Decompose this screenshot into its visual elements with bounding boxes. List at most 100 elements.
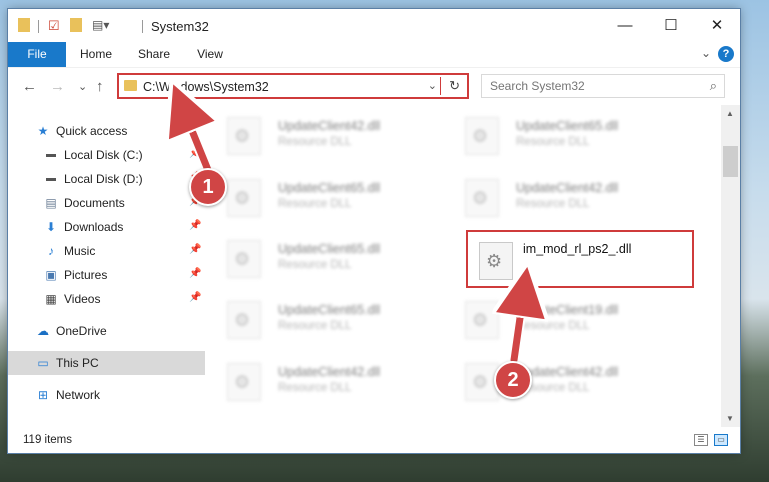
cloud-icon: ☁ bbox=[37, 324, 49, 338]
minimize-button[interactable]: — bbox=[602, 9, 648, 42]
videos-icon: ▦ bbox=[45, 292, 57, 306]
refresh-icon[interactable]: ↻ bbox=[449, 78, 460, 94]
file-type: Resource DLL bbox=[516, 136, 590, 148]
new-folder-icon[interactable] bbox=[70, 18, 82, 32]
nav-item-documents[interactable]: ▤ Documents 📌 bbox=[8, 191, 205, 215]
nav-item-local-disk-c[interactable]: ▬ Local Disk (C:) 📌 bbox=[8, 143, 205, 167]
file-item[interactable]: UpdateClient65.dll Resource DLL bbox=[453, 109, 683, 167]
dll-file-icon bbox=[465, 301, 499, 339]
target-file-highlight bbox=[466, 230, 694, 288]
nav-item-label: Pictures bbox=[64, 268, 108, 282]
dll-file-icon bbox=[227, 301, 261, 339]
tab-view[interactable]: View bbox=[190, 42, 230, 67]
drive-icon: ▬ bbox=[46, 173, 56, 184]
file-type: Resource DLL bbox=[278, 259, 352, 271]
pin-icon[interactable]: 📌 bbox=[189, 148, 201, 159]
downloads-icon: ⬇ bbox=[45, 220, 57, 234]
file-item[interactable]: UpdateClient42.dll Resource DLL bbox=[215, 109, 445, 167]
forward-button[interactable]: → bbox=[50, 78, 65, 95]
step-2-badge: 2 bbox=[494, 361, 532, 399]
customize-quick-access-icon[interactable]: ▤▾ bbox=[92, 18, 109, 34]
search-input[interactable] bbox=[482, 75, 708, 97]
scroll-down-icon[interactable]: ▼ bbox=[726, 414, 734, 423]
nav-item-label: Videos bbox=[64, 292, 101, 306]
file-type: Resource DLL bbox=[278, 136, 352, 148]
pin-icon[interactable]: 📌 bbox=[189, 244, 201, 255]
nav-item-onedrive[interactable]: ☁ OneDrive bbox=[8, 319, 205, 343]
item-count: 119 items bbox=[23, 434, 73, 446]
up-button[interactable]: ↑ bbox=[96, 78, 104, 95]
file-name: UpdateClient65.dll bbox=[278, 242, 381, 256]
file-name: UpdateClient42.dll bbox=[278, 365, 381, 379]
chevron-down-icon[interactable]: ⌄ bbox=[428, 79, 437, 92]
file-item[interactable]: UpdateClient42.dll Resource DLL bbox=[453, 171, 683, 229]
pin-icon[interactable]: 📌 bbox=[189, 220, 201, 231]
dll-file-icon bbox=[227, 179, 261, 217]
address-bar[interactable]: C:\Windows\System32 ⌄ ↻ bbox=[117, 73, 469, 99]
pin-icon[interactable]: 📌 bbox=[189, 268, 201, 279]
file-type: Resource DLL bbox=[516, 320, 590, 332]
file-item[interactable]: UpdateClient42.dll Resource DLL bbox=[215, 355, 445, 413]
pictures-icon: ▣ bbox=[45, 268, 57, 282]
file-name: UpdateClient65.dll bbox=[516, 119, 619, 133]
properties-icon[interactable]: ☑ bbox=[48, 18, 60, 34]
ribbon-tabs: File Home Share View ⌄ ? bbox=[8, 42, 740, 100]
pin-icon[interactable]: 📌 bbox=[189, 292, 201, 303]
nav-item-pictures[interactable]: ▣ Pictures 📌 bbox=[8, 263, 205, 287]
documents-icon: ▤ bbox=[45, 196, 57, 210]
folder-icon bbox=[124, 80, 137, 91]
dll-file-icon bbox=[227, 240, 261, 278]
star-icon: ★ bbox=[37, 124, 49, 138]
file-type: Resource DLL bbox=[516, 198, 590, 210]
step-1-badge: 1 bbox=[189, 168, 227, 206]
file-type: Resource DLL bbox=[278, 198, 352, 210]
nav-item-quick-access[interactable]: ★ Quick access bbox=[8, 119, 205, 143]
nav-item-videos[interactable]: ▦ Videos 📌 bbox=[8, 287, 205, 311]
file-item[interactable]: UpdateClient65.dll Resource DLL bbox=[215, 232, 445, 290]
nav-item-network[interactable]: ⊞ Network bbox=[8, 383, 205, 407]
divider bbox=[142, 20, 143, 33]
close-button[interactable]: ✕ bbox=[694, 9, 740, 42]
nav-item-label: Documents bbox=[64, 196, 125, 210]
drive-icon: ▬ bbox=[46, 149, 56, 160]
nav-item-music[interactable]: ♪ Music 📌 bbox=[8, 239, 205, 263]
help-icon[interactable]: ? bbox=[718, 46, 734, 62]
maximize-button[interactable]: ☐ bbox=[648, 9, 694, 42]
tab-home[interactable]: Home bbox=[74, 42, 118, 67]
nav-item-downloads[interactable]: ⬇ Downloads 📌 bbox=[8, 215, 205, 239]
scroll-thumb[interactable] bbox=[723, 146, 738, 177]
nav-item-label: This PC bbox=[56, 356, 99, 370]
file-name: UpdateClient65.dll bbox=[278, 303, 381, 317]
tab-share[interactable]: Share bbox=[132, 42, 176, 67]
address-path: C:\Windows\System32 bbox=[143, 80, 269, 94]
divider bbox=[440, 77, 441, 95]
network-icon: ⊞ bbox=[37, 388, 49, 402]
scroll-up-icon[interactable]: ▲ bbox=[726, 109, 734, 118]
back-button[interactable]: ← bbox=[22, 78, 37, 95]
file-name: UpdateClient65.dll bbox=[278, 181, 381, 195]
title-bar: ☑ ▤▾ System32 — ☐ ✕ bbox=[8, 9, 740, 42]
file-item[interactable]: UpdateClient42.dll Resource DLL bbox=[453, 355, 683, 413]
expand-ribbon-icon[interactable]: ⌄ bbox=[701, 46, 711, 60]
dll-file-icon bbox=[465, 117, 499, 155]
vertical-scrollbar[interactable]: ▲ ▼ bbox=[721, 105, 740, 427]
nav-item-label: Quick access bbox=[56, 124, 128, 138]
dll-file-icon bbox=[227, 117, 261, 155]
large-icons-view-icon[interactable]: ▭ bbox=[714, 434, 728, 446]
recent-locations-button[interactable]: ⌄ bbox=[78, 80, 87, 93]
file-type: Resource DLL bbox=[278, 382, 352, 394]
file-item[interactable]: UpdateClient19.dll Resource DLL bbox=[453, 293, 683, 351]
file-name: UpdateClient42.dll bbox=[278, 119, 381, 133]
nav-item-label: Local Disk (D:) bbox=[64, 172, 143, 186]
nav-item-local-disk-d[interactable]: ▬ Local Disk (D:) 📌 bbox=[8, 167, 205, 191]
nav-item-this-pc[interactable]: ▭ This PC bbox=[8, 351, 205, 375]
nav-item-label: Music bbox=[64, 244, 96, 258]
nav-item-label: Downloads bbox=[64, 220, 124, 234]
search-box[interactable]: ⌕ bbox=[481, 74, 725, 98]
file-item[interactable]: UpdateClient65.dll Resource DLL bbox=[215, 171, 445, 229]
details-view-icon[interactable]: ☰ bbox=[694, 434, 708, 446]
search-icon[interactable]: ⌕ bbox=[710, 78, 717, 94]
window-title: System32 bbox=[151, 19, 209, 34]
nav-item-label: Network bbox=[56, 388, 101, 402]
file-item[interactable]: UpdateClient65.dll Resource DLL bbox=[215, 293, 445, 351]
